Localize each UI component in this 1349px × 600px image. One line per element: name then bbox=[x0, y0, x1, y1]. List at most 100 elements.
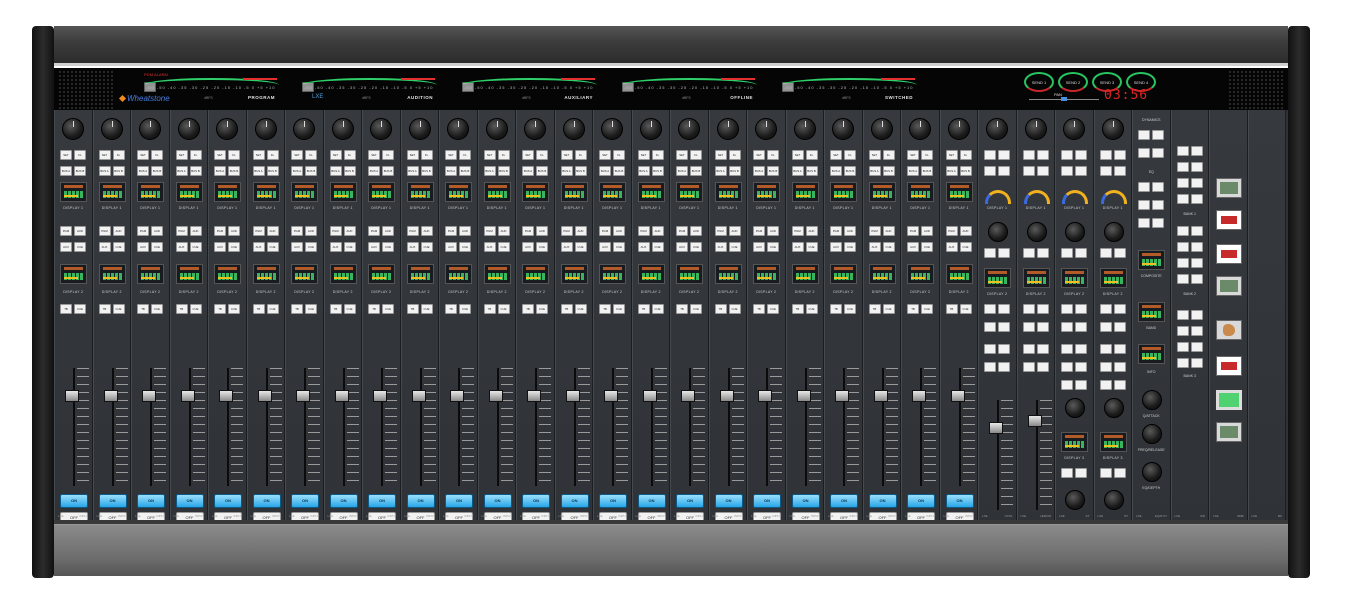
strip-button[interactable] bbox=[1099, 468, 1112, 478]
trim-knob[interactable] bbox=[370, 118, 392, 140]
strip-button[interactable] bbox=[1113, 304, 1126, 314]
strip-button[interactable]: CUE bbox=[690, 304, 702, 314]
level-knob[interactable] bbox=[1101, 118, 1124, 140]
strip-button[interactable]: BUS A bbox=[907, 166, 919, 176]
strip-button[interactable]: PGM bbox=[599, 226, 611, 236]
strip-button[interactable]: SET bbox=[214, 150, 226, 160]
strip-button[interactable]: PGM bbox=[137, 226, 149, 236]
strip-button[interactable] bbox=[1061, 380, 1073, 390]
strip-button[interactable] bbox=[1152, 218, 1164, 228]
strip-button[interactable]: BUS A bbox=[945, 166, 958, 176]
strip-button[interactable]: CUE bbox=[613, 304, 625, 314]
strip-button[interactable] bbox=[1061, 304, 1073, 314]
strip-button[interactable]: FL bbox=[690, 150, 702, 160]
strip-button[interactable]: PGM bbox=[445, 226, 457, 236]
strip-button[interactable]: CUE bbox=[459, 304, 471, 314]
strip-button[interactable]: CUE bbox=[613, 242, 625, 252]
strip-button[interactable] bbox=[1075, 344, 1087, 354]
strip-button[interactable]: BUS A bbox=[868, 166, 881, 176]
strip-button[interactable]: TB bbox=[791, 304, 804, 314]
strip-button[interactable]: PGM bbox=[406, 226, 419, 236]
strip-button[interactable]: CUE bbox=[382, 304, 394, 314]
fader-knob[interactable] bbox=[950, 390, 965, 402]
strip-button[interactable]: AUX bbox=[945, 242, 958, 252]
strip-button[interactable] bbox=[1036, 248, 1049, 258]
strip-button[interactable]: BUS A bbox=[445, 166, 457, 176]
strip-button[interactable]: TB bbox=[98, 304, 111, 314]
strip-button[interactable]: CUE bbox=[459, 242, 471, 252]
strip-button[interactable]: SET bbox=[560, 150, 573, 160]
strip-button[interactable]: TB bbox=[291, 304, 303, 314]
attack-knob[interactable] bbox=[1142, 390, 1162, 410]
strip-button[interactable]: AUX bbox=[291, 242, 303, 252]
monitor-knob[interactable] bbox=[1103, 222, 1124, 242]
strip-button[interactable]: BUS B bbox=[728, 166, 741, 176]
strip-button[interactable] bbox=[1113, 380, 1126, 390]
strip-button[interactable]: PGM bbox=[945, 226, 958, 236]
channel-on-button[interactable]: ON bbox=[753, 494, 781, 508]
strip-button[interactable]: BUS A bbox=[830, 166, 842, 176]
strip-button[interactable] bbox=[1075, 304, 1087, 314]
send-knob-1[interactable]: SEND 1 bbox=[1024, 72, 1054, 92]
strip-button[interactable]: CUE bbox=[420, 304, 433, 314]
strip-button[interactable] bbox=[1099, 248, 1112, 258]
monitor-knob[interactable] bbox=[1065, 222, 1085, 242]
strip-button[interactable]: BUS A bbox=[406, 166, 419, 176]
strip-button[interactable]: PGM bbox=[368, 226, 380, 236]
strip-button[interactable]: AUD bbox=[882, 226, 895, 236]
strip-button[interactable]: AUX bbox=[522, 242, 534, 252]
strip-button[interactable]: SET bbox=[329, 150, 342, 160]
fader-knob[interactable] bbox=[450, 390, 464, 402]
strip-button[interactable] bbox=[1022, 248, 1035, 258]
channel-on-button[interactable]: ON bbox=[368, 494, 396, 508]
fader-knob[interactable] bbox=[835, 390, 849, 402]
strip-button[interactable]: SET bbox=[907, 150, 919, 160]
strip-button[interactable] bbox=[1138, 218, 1150, 228]
strip-button[interactable]: PGM bbox=[98, 226, 111, 236]
strip-button[interactable]: TB bbox=[329, 304, 342, 314]
strip-button[interactable]: FL bbox=[382, 150, 394, 160]
strip-button[interactable] bbox=[998, 344, 1010, 354]
channel-on-button[interactable]: ON bbox=[676, 494, 704, 508]
channel-on-button[interactable]: ON bbox=[60, 494, 88, 508]
bank-button[interactable] bbox=[1176, 326, 1189, 336]
strip-button[interactable] bbox=[1152, 182, 1164, 192]
strip-button[interactable]: AUD bbox=[767, 226, 779, 236]
trim-knob[interactable] bbox=[100, 118, 123, 140]
strip-button[interactable]: CUE bbox=[844, 242, 856, 252]
strip-button[interactable]: PGM bbox=[329, 226, 342, 236]
strip-button[interactable] bbox=[1061, 468, 1073, 478]
channel-on-button[interactable]: ON bbox=[483, 494, 512, 508]
strip-button[interactable]: BUS A bbox=[214, 166, 226, 176]
strip-button[interactable]: BUS B bbox=[74, 166, 86, 176]
strip-button[interactable]: SET bbox=[445, 150, 457, 160]
channel-on-button[interactable]: ON bbox=[599, 494, 627, 508]
strip-button[interactable] bbox=[998, 362, 1010, 372]
strip-button[interactable]: BUS A bbox=[175, 166, 188, 176]
fader-knob[interactable] bbox=[681, 390, 695, 402]
strip-button[interactable] bbox=[1113, 166, 1126, 176]
strip-button[interactable]: AUD bbox=[151, 226, 163, 236]
strip-button[interactable] bbox=[1061, 166, 1073, 176]
strip-button[interactable]: FL bbox=[536, 150, 548, 160]
strip-button[interactable]: CUE bbox=[112, 242, 125, 252]
strip-button[interactable] bbox=[998, 166, 1010, 176]
trim-knob[interactable] bbox=[447, 118, 469, 140]
strip-button[interactable]: TB bbox=[368, 304, 380, 314]
strip-button[interactable]: PGM bbox=[791, 226, 804, 236]
strip-button[interactable]: FL bbox=[959, 150, 972, 160]
trim-knob[interactable] bbox=[870, 118, 893, 140]
fader-knob[interactable] bbox=[142, 390, 156, 402]
channel-on-button[interactable]: ON bbox=[137, 494, 165, 508]
strip-button[interactable]: SET bbox=[175, 150, 188, 160]
trim-knob[interactable] bbox=[62, 118, 84, 140]
bank-button[interactable] bbox=[1176, 178, 1189, 188]
strip-button[interactable]: BUS A bbox=[560, 166, 573, 176]
strip-button[interactable]: SET bbox=[137, 150, 149, 160]
fader-knob[interactable] bbox=[989, 422, 1003, 434]
strip-button[interactable]: TB bbox=[753, 304, 765, 314]
bank-button[interactable] bbox=[1176, 310, 1189, 320]
strip-button[interactable]: AUX bbox=[406, 242, 419, 252]
strip-button[interactable] bbox=[984, 304, 996, 314]
strip-button[interactable]: PGM bbox=[560, 226, 573, 236]
